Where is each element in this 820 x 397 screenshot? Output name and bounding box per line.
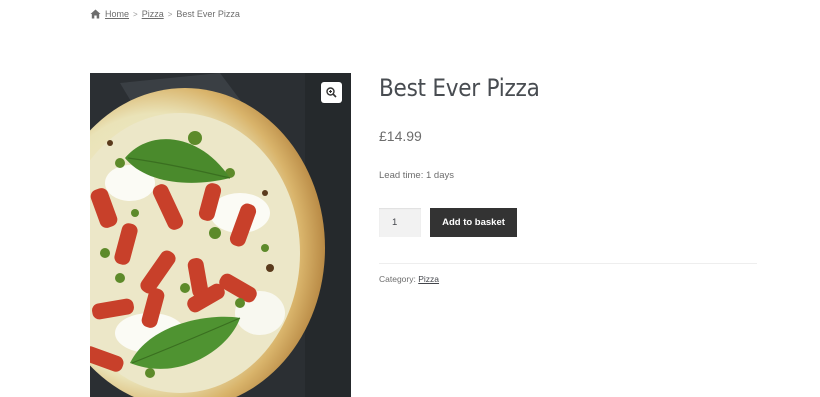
zoom-button[interactable] xyxy=(321,82,342,103)
breadcrumb-separator: > xyxy=(167,9,173,19)
lead-time: Lead time: 1 days xyxy=(379,170,454,181)
product-page: Home > Pizza > Best Ever Pizza Best Ever… xyxy=(0,0,820,397)
category-link[interactable]: Pizza xyxy=(418,274,439,284)
home-icon xyxy=(90,9,101,19)
breadcrumb-link-pizza[interactable]: Pizza xyxy=(142,9,164,19)
zoom-in-icon xyxy=(326,87,337,98)
product-title: Best Ever Pizza xyxy=(379,74,540,102)
product-price: £14.99 xyxy=(379,128,422,144)
quantity-input[interactable] xyxy=(379,208,421,237)
breadcrumb-separator: > xyxy=(133,9,138,19)
add-to-basket-button[interactable]: Add to basket xyxy=(430,208,517,237)
breadcrumb-link-home[interactable]: Home xyxy=(105,9,129,19)
breadcrumb-current: Best Ever Pizza xyxy=(176,9,240,19)
breadcrumb: Home > Pizza > Best Ever Pizza xyxy=(90,9,240,19)
pizza-image xyxy=(90,73,351,397)
product-meta: Category: Pizza xyxy=(379,274,439,284)
category-label: Category: xyxy=(379,274,416,284)
divider xyxy=(379,263,757,264)
product-image[interactable] xyxy=(90,73,351,397)
